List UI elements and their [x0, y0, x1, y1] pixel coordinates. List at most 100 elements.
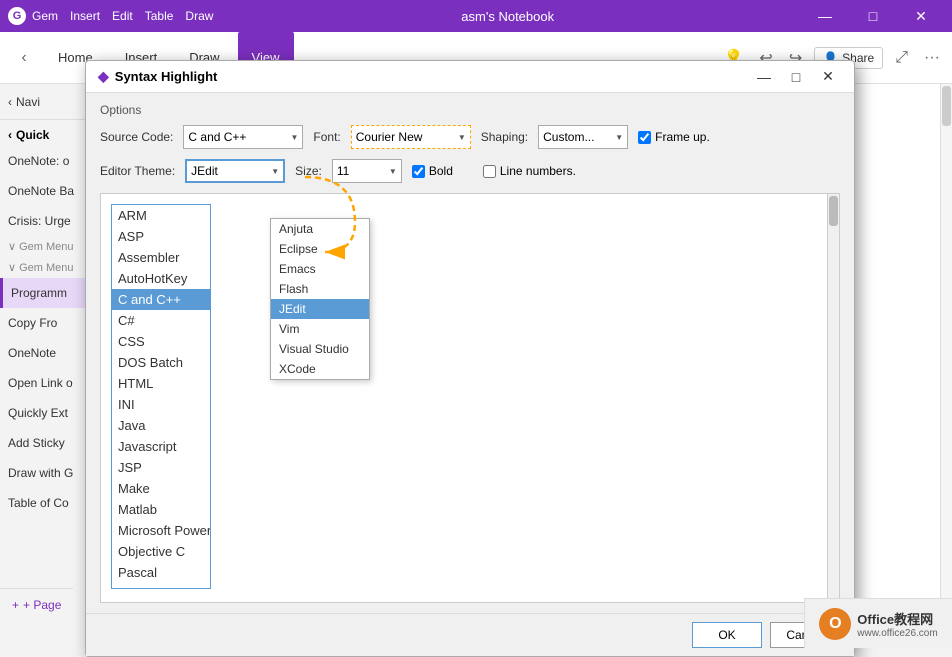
lang-candcpp[interactable]: C and C++ [112, 289, 210, 310]
dialog-maximize-button[interactable]: □ [782, 65, 810, 89]
line-numbers-checkbox[interactable] [483, 165, 496, 178]
language-list-area: ARM ASP Assembler AutoHotKey C and C++ C… [100, 193, 840, 603]
dialog-titlebar: ◆ Syntax Highlight — □ ✕ [86, 61, 854, 93]
expand-icon[interactable]: ⤢ [891, 45, 912, 71]
lang-asp[interactable]: ASP [112, 226, 210, 247]
theme-visualstudio[interactable]: Visual Studio [271, 339, 369, 359]
dialog-footer: OK Cancel [86, 613, 854, 656]
page-tab[interactable]: + + Page [0, 588, 73, 620]
sidebar-item-toc[interactable]: Table of Co [0, 488, 89, 518]
ok-button[interactable]: OK [692, 622, 762, 648]
lang-dosbatch[interactable]: DOS Batch [112, 352, 210, 373]
close-button[interactable]: ✕ [898, 0, 944, 32]
minimize-button[interactable]: — [802, 0, 848, 32]
source-code-label: Source Code: [100, 130, 173, 144]
bold-wrapper[interactable]: Bold [412, 164, 453, 178]
theme-eclipse[interactable]: Eclipse [271, 239, 369, 259]
line-numbers-label: Line numbers. [500, 164, 576, 178]
lang-objectivec[interactable]: Objective C [112, 541, 210, 562]
title-bar-left: G Gem Insert Edit Table Draw [8, 7, 213, 25]
frame-up-label: Frame up. [655, 130, 710, 144]
dialog-minimize-button[interactable]: — [750, 65, 778, 89]
lang-autohotkey[interactable]: AutoHotKey [112, 268, 210, 289]
lang-pascal[interactable]: Pascal [112, 562, 210, 583]
theme-xcode[interactable]: XCode [271, 359, 369, 379]
more-icon[interactable]: ··· [920, 45, 944, 71]
dialog-body: Options Source Code: C and C++ Font: Cou… [86, 93, 854, 613]
shaping-label: Shaping: [481, 130, 528, 144]
sidebar-item-drawwith[interactable]: Draw with G [0, 458, 89, 488]
lang-make[interactable]: Make [112, 478, 210, 499]
lang-css[interactable]: CSS [112, 331, 210, 352]
sidebar-gem-menu-2[interactable]: ∨ Gem Menu [0, 257, 89, 278]
title-bar-controls: — □ ✕ [802, 0, 944, 32]
maximize-button[interactable]: □ [850, 0, 896, 32]
sidebar-item-crisis[interactable]: Crisis: Urge [0, 206, 89, 236]
theme-anjuta[interactable]: Anjuta [271, 219, 369, 239]
sidebar-gem-menu-1[interactable]: ∨ Gem Menu [0, 236, 89, 257]
dialog-title-left: ◆ Syntax Highlight [98, 68, 217, 85]
note-scrollbar[interactable] [940, 84, 952, 620]
lang-java[interactable]: Java [112, 415, 210, 436]
shaping-select-wrapper[interactable]: Custom... [538, 125, 628, 149]
shaping-select[interactable]: Custom... [539, 126, 615, 148]
language-list[interactable]: ARM ASP Assembler AutoHotKey C and C++ C… [111, 204, 211, 589]
theme-emacs[interactable]: Emacs [271, 259, 369, 279]
syntax-icon: ◆ [98, 68, 109, 85]
quick-back-icon[interactable]: ‹ [8, 128, 12, 142]
sidebar-item-quickly[interactable]: Quickly Ext [0, 398, 89, 428]
syntax-highlight-dialog: ◆ Syntax Highlight — □ ✕ Options Source … [85, 60, 855, 657]
form-row-2: Editor Theme: JEdit Size: 11 Bold Line n… [100, 159, 840, 183]
sidebar-item-onenote2[interactable]: OneNote [0, 338, 89, 368]
sidebar-item-copyfro[interactable]: Copy Fro [0, 308, 89, 338]
lang-matlab[interactable]: Matlab [112, 499, 210, 520]
lang-csharp[interactable]: C# [112, 310, 210, 331]
size-select[interactable]: 11 [333, 160, 370, 182]
size-select-wrapper[interactable]: 11 [332, 159, 402, 183]
theme-flash[interactable]: Flash [271, 279, 369, 299]
gem-bar-item-gem[interactable]: Gem [32, 9, 58, 23]
gem-bar-item-table[interactable]: Table [145, 9, 174, 23]
lang-html[interactable]: HTML [112, 373, 210, 394]
bold-checkbox[interactable] [412, 165, 425, 178]
font-select-wrapper[interactable]: Courier New [351, 125, 471, 149]
lang-mspowershell[interactable]: Microsoft PowerShe [112, 520, 210, 541]
sidebar-item-onenote[interactable]: OneNote: o [0, 146, 89, 176]
lang-perl[interactable]: Perl [112, 583, 210, 589]
theme-jedit[interactable]: JEdit [271, 299, 369, 319]
plus-icon: + [12, 598, 19, 612]
line-numbers-wrapper[interactable]: Line numbers. [483, 164, 576, 178]
gem-bar-item-insert[interactable]: Insert [70, 9, 100, 23]
sidebar-item-addsticky[interactable]: Add Sticky [0, 428, 89, 458]
editor-theme-select[interactable]: JEdit [187, 161, 238, 181]
lang-assembler[interactable]: Assembler [112, 247, 210, 268]
watermark: O Office教程网 www.office26.com [804, 598, 952, 648]
frame-up-wrapper[interactable]: Frame up. [638, 130, 710, 144]
editor-theme-dropdown[interactable]: Anjuta Eclipse Emacs Flash JEdit Vim Vis… [270, 218, 370, 380]
gem-bar-item-edit[interactable]: Edit [112, 9, 133, 23]
theme-vim[interactable]: Vim [271, 319, 369, 339]
lang-arm[interactable]: ARM [112, 205, 210, 226]
dialog-title: Syntax Highlight [115, 69, 218, 84]
sidebar-item-onenoteba[interactable]: OneNote Ba [0, 176, 89, 206]
editor-theme-label: Editor Theme: [100, 164, 175, 178]
dialog-scrollbar[interactable] [827, 194, 839, 602]
source-code-select-wrapper[interactable]: C and C++ [183, 125, 303, 149]
sidebar-item-programm[interactable]: Programm [0, 278, 89, 308]
page-label: + Page [23, 598, 61, 612]
lang-javascript[interactable]: Javascript [112, 436, 210, 457]
frame-up-checkbox[interactable] [638, 131, 651, 144]
editor-theme-select-wrapper[interactable]: JEdit [185, 159, 285, 183]
sidebar-item-openlink[interactable]: Open Link o [0, 368, 89, 398]
back-button[interactable]: ‹ [8, 42, 40, 74]
dialog-scrollbar-thumb [829, 196, 838, 226]
lang-ini[interactable]: INI [112, 394, 210, 415]
sidebar: ‹ Navi ‹ Quick OneNote: o OneNote Ba Cri… [0, 84, 90, 620]
source-code-select[interactable]: C and C++ [184, 126, 267, 148]
sidebar-content: ‹ Quick OneNote: o OneNote Ba Crisis: Ur… [0, 120, 89, 522]
lang-jsp[interactable]: JSP [112, 457, 210, 478]
dialog-close-button[interactable]: ✕ [814, 65, 842, 89]
gem-bar-item-draw[interactable]: Draw [185, 9, 213, 23]
font-select[interactable]: Courier New [352, 126, 443, 148]
back-icon[interactable]: ‹ [8, 95, 12, 109]
